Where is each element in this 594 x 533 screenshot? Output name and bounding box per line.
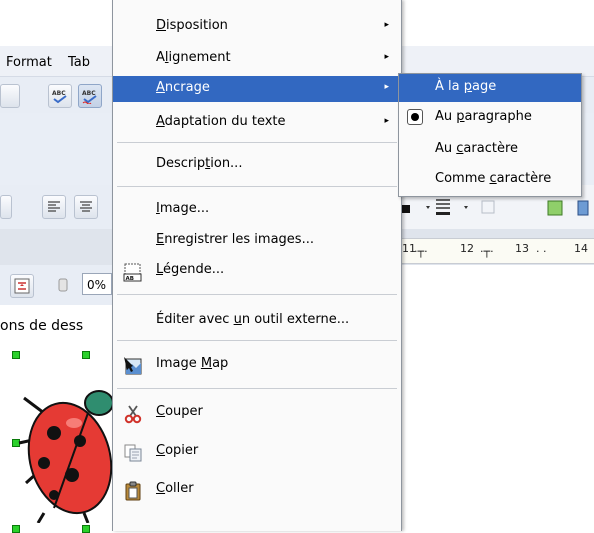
menu-item-description[interactable]: Description...: [113, 152, 401, 178]
line-color-icon: [402, 199, 589, 216]
menu-item-paste[interactable]: Coller: [113, 477, 401, 503]
document-area: ons de dess: [0, 305, 112, 533]
submenu-item-label: Au paragraphe: [435, 109, 532, 124]
horizontal-ruler: 11 ·┬· 12 ·┬· 13 · · 14: [400, 238, 594, 264]
ladybug-image[interactable]: [14, 363, 112, 523]
menu-item-anchor[interactable]: Ancrage ▸: [113, 76, 401, 102]
menu-item-label: Couper: [156, 404, 203, 419]
anchor-submenu: À la page Au paragraphe Au caractère Com…: [398, 73, 582, 197]
wrap-icon: [14, 278, 30, 294]
spellcheck-icon: ABC: [52, 90, 67, 104]
menu-table[interactable]: Tab: [68, 55, 90, 70]
transparency-button[interactable]: [52, 274, 74, 296]
selection-handle[interactable]: [82, 525, 90, 533]
anchor-as-character[interactable]: Comme caractère: [399, 166, 581, 194]
ruler-tick: ·┬·: [414, 245, 428, 258]
autospellcheck-icon: ABC: [82, 90, 97, 104]
copy-icon: [124, 444, 142, 462]
menu-item-label: Disposition: [156, 18, 228, 33]
menu-item-save-images[interactable]: Enregistrer les images...: [113, 228, 401, 254]
align-left-icon: [48, 201, 60, 212]
align-center-icon: [80, 201, 92, 212]
ruler-tick: · ·: [536, 245, 547, 258]
submenu-item-label: À la page: [435, 79, 497, 94]
menu-item-edit-external[interactable]: Éditer avec un outil externe...: [113, 308, 401, 334]
menu-item-label: Image...: [156, 201, 210, 216]
toolbar-button-partial[interactable]: [0, 195, 12, 219]
ruler-tick-label: 12: [460, 242, 474, 255]
selection-handle[interactable]: [82, 351, 90, 359]
ruler-tick-label: 14: [574, 242, 588, 255]
transparency-icon: [58, 278, 68, 292]
menu-item-image-map[interactable]: Image Map: [113, 352, 401, 378]
align-left-button[interactable]: [42, 195, 66, 219]
transparency-field[interactable]: 0%: [82, 273, 112, 295]
submenu-item-label: Comme caractère: [435, 171, 552, 186]
ruler-tick-label: 13: [515, 242, 529, 255]
autospellcheck-button[interactable]: ABC: [78, 84, 102, 108]
menu-item-label: Coller: [156, 481, 194, 496]
menu-item-cut[interactable]: Couper: [113, 400, 401, 426]
menu-item-label: Alignement: [156, 50, 231, 65]
document-text: ons de dess: [0, 318, 84, 334]
image-context-menu: Disposition ▸ Alignement ▸ Ancrage ▸ Ada…: [112, 0, 402, 531]
menu-format[interactable]: Format: [6, 55, 52, 70]
anchor-to-paragraph[interactable]: Au paragraphe: [399, 104, 581, 132]
menu-separator: [117, 186, 397, 187]
menu-item-copy[interactable]: Copier: [113, 439, 401, 465]
selection-handle[interactable]: [12, 525, 20, 533]
radio-checked-icon: [407, 109, 423, 125]
toolbar-button-partial[interactable]: [0, 84, 20, 108]
menu-item-text-wrap[interactable]: Adaptation du texte ▸: [113, 110, 401, 136]
svg-text:ABC: ABC: [82, 90, 96, 97]
menu-separator: [117, 340, 397, 341]
svg-text:ABC: ABC: [52, 90, 66, 97]
menu-item-label: Adaptation du texte: [156, 114, 286, 129]
spellcheck-button[interactable]: ABC: [48, 84, 72, 108]
menu-item-image[interactable]: Image...: [113, 197, 401, 223]
menu-item-label: Description...: [156, 156, 243, 171]
submenu-arrow-icon: ▸: [384, 82, 389, 92]
scissors-icon: [124, 405, 142, 424]
menu-item-label: Éditer avec un outil externe...: [156, 312, 350, 327]
menu-item-label: Ancrage: [156, 80, 210, 95]
selection-handle[interactable]: [12, 351, 20, 359]
wrap-button[interactable]: [10, 274, 34, 298]
align-center-button[interactable]: [74, 195, 98, 219]
menu-item-alignment[interactable]: Alignement ▸: [113, 46, 401, 72]
menu-item-label: Image Map: [156, 356, 229, 371]
submenu-item-label: Au caractère: [435, 141, 518, 156]
submenu-arrow-icon: ▸: [384, 20, 389, 30]
menu-separator: [117, 294, 397, 295]
submenu-arrow-icon: ▸: [384, 52, 389, 62]
anchor-to-page[interactable]: À la page: [399, 74, 581, 102]
menu-item-label: Enregistrer les images...: [156, 232, 314, 247]
caption-icon: AB: [123, 263, 142, 282]
menu-separator: [117, 388, 397, 389]
paste-icon: [125, 481, 141, 501]
menu-separator: [117, 142, 397, 143]
menu-item-label: Légende...: [156, 262, 225, 277]
svg-text:AB: AB: [126, 276, 134, 282]
image-map-icon: [124, 357, 142, 375]
anchor-to-character[interactable]: Au caractère: [399, 136, 581, 164]
menu-item-label: Copier: [156, 443, 199, 458]
submenu-arrow-icon: ▸: [384, 116, 389, 126]
menu-item-disposition[interactable]: Disposition ▸: [113, 14, 401, 40]
menu-item-caption[interactable]: AB Légende...: [113, 258, 401, 284]
ruler-tick: ·┬·: [480, 245, 494, 258]
